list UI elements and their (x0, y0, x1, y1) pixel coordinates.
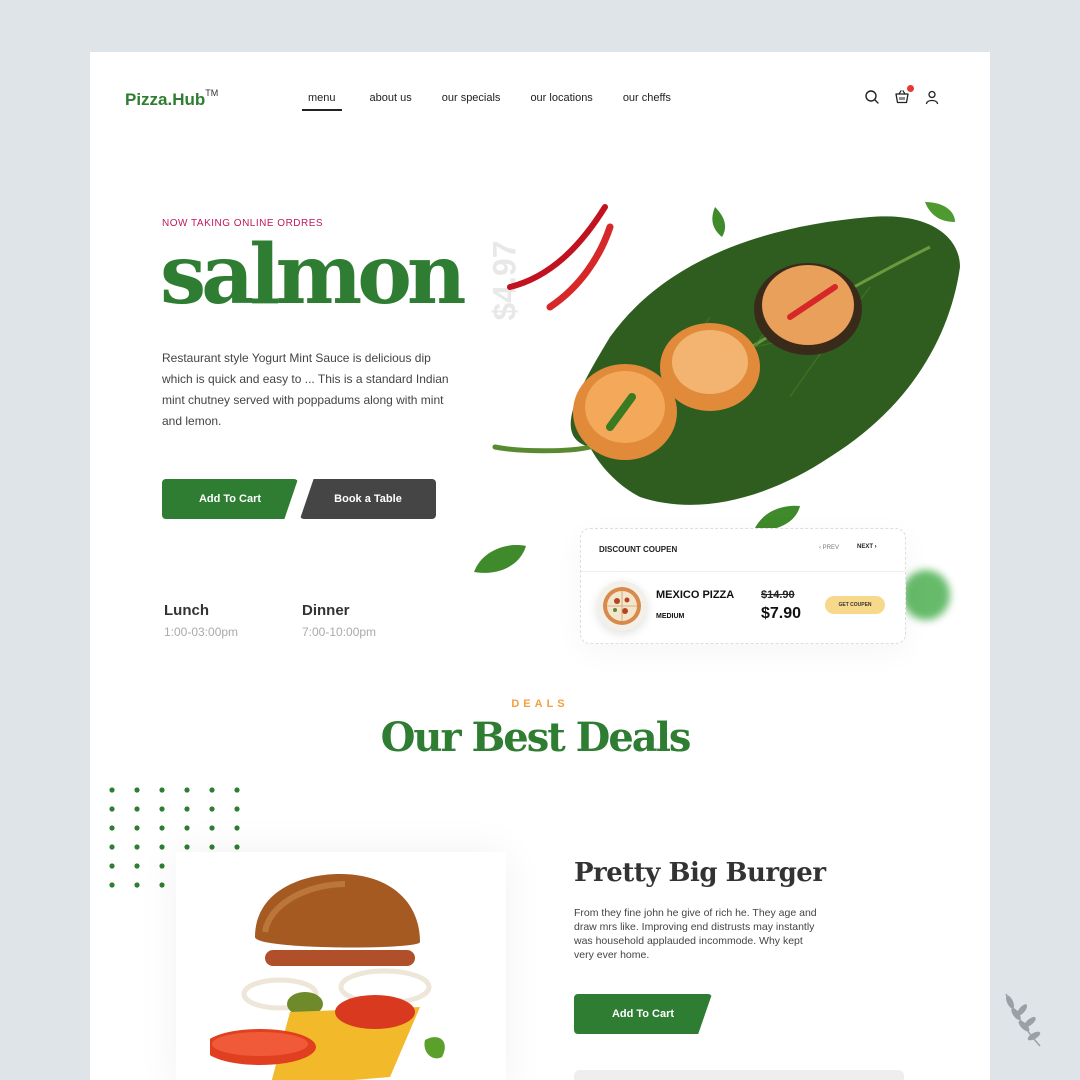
user-icon[interactable] (924, 89, 940, 105)
coupon-item-size: MEDIUM (656, 613, 685, 620)
coupon-next-button[interactable]: NEXT › (857, 544, 877, 550)
dinner-hours: Dinner 7:00-10:00pm (302, 602, 376, 639)
meal-label: Lunch (164, 602, 209, 619)
deal-item-name: Pretty Big Burger (574, 858, 826, 888)
mint-leaf-icon (474, 545, 526, 573)
deal-item-description: From they fine john he give of rich he. … (574, 907, 817, 961)
nav-item-our-locations[interactable]: our locations (528, 92, 594, 111)
blurred-leaf (902, 570, 950, 620)
meal-time: 7:00-10:00pm (302, 625, 377, 639)
nav-item-our-specials[interactable]: our specials (440, 92, 503, 111)
brand-name: Pizza.Hub (125, 90, 206, 109)
coupon-heading: DISCOUNT COUPEN (599, 545, 678, 554)
deal-add-to-cart-button[interactable]: Add To Cart (574, 994, 712, 1034)
add-to-cart-button[interactable]: Add To Cart (162, 479, 298, 519)
cart-badge (907, 85, 914, 92)
deals-title: Our Best Deals (380, 714, 692, 761)
next-label: NEXT (857, 544, 874, 550)
trademark: TM (205, 88, 219, 99)
brand-logo[interactable]: Pizza.HubTM (125, 88, 219, 110)
meal-label: Dinner (302, 602, 350, 619)
hero-description: Restaurant style Yogurt Mint Sauce is de… (162, 351, 449, 428)
search-icon[interactable] (864, 89, 880, 105)
header-icons (864, 85, 940, 105)
burger-image (210, 874, 445, 1080)
laurel-icon (1005, 993, 1041, 1047)
nav-item-about-us[interactable]: about us (368, 92, 414, 111)
landing-page: Pizza.HubTM menu about us our specials o… (90, 52, 990, 1080)
next-deal-card (574, 1070, 904, 1080)
main-nav: menu about us our specials our locations… (302, 92, 699, 111)
pizza-image (597, 581, 647, 631)
lunch-hours: Lunch 1:00-03:00pm (164, 602, 238, 639)
divider (581, 571, 905, 572)
discount-coupon-card: DISCOUNT COUPEN ‹ PREV NEXT › MEXICO PIZ… (580, 528, 906, 644)
coupon-old-price: $14.90 (761, 589, 795, 601)
coupon-item-name: MEXICO PIZZA (656, 589, 735, 601)
prev-label: PREV (822, 545, 840, 551)
cart-icon[interactable] (894, 85, 914, 105)
nav-item-menu[interactable]: menu (302, 92, 342, 111)
get-coupon-button[interactable]: GET COUPEN (825, 596, 885, 614)
deals-eyebrow: DEALS (511, 698, 569, 710)
hero-title: salmon (160, 227, 467, 323)
hero-food-image (492, 202, 960, 505)
meal-time: 1:00-03:00pm (164, 625, 239, 639)
coupon-new-price: $7.90 (761, 605, 802, 622)
nav-item-our-cheffs[interactable]: our cheffs (621, 92, 673, 111)
coupon-prev-button[interactable]: ‹ PREV (819, 545, 839, 551)
book-table-button[interactable]: Book a Table (300, 479, 436, 519)
